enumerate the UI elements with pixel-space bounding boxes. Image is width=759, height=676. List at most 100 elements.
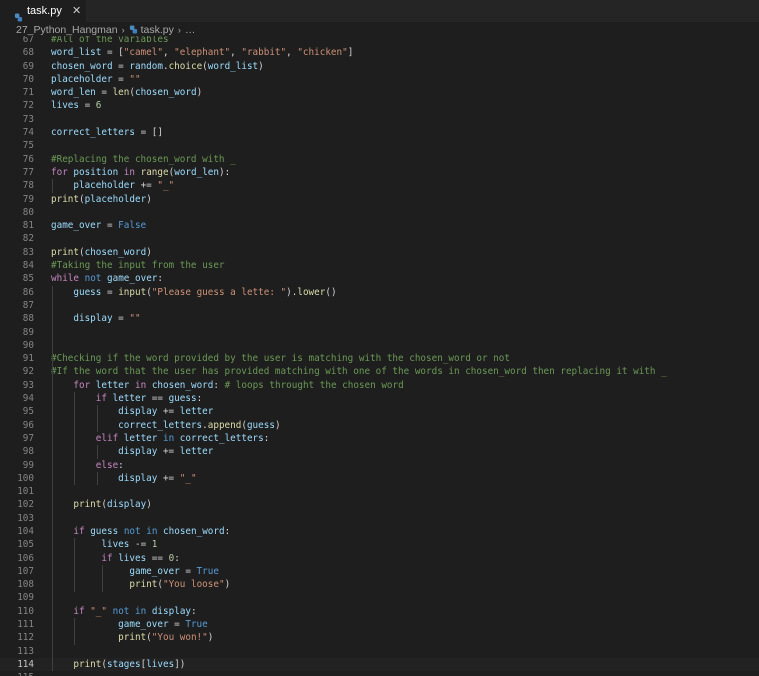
code-line[interactable]: 79 print(placeholder) (0, 193, 759, 206)
code-line[interactable]: 75 (0, 139, 759, 152)
code-line[interactable]: 100 display += "_" (0, 472, 759, 485)
line-number: 112 (17, 632, 34, 644)
code-line[interactable]: 94 if letter == guess: (0, 392, 759, 405)
line-number: 90 (22, 339, 34, 351)
code-line[interactable]: 69 chosen_word = random.choice(word_list) (0, 60, 759, 73)
line-number: 84 (22, 260, 34, 272)
code-line[interactable]: 114 print(stages[lives]) (0, 658, 759, 671)
code-token: letter (95, 379, 130, 391)
code-line[interactable]: 105 lives -= 1 (0, 538, 759, 551)
tab-bar: task.py ✕ (0, 0, 759, 22)
code-line[interactable]: 107 game_over = True (0, 565, 759, 578)
code-line[interactable]: 106 if lives == 0: (0, 552, 759, 565)
code-line[interactable]: 104 if guess not in chosen_word: (0, 525, 759, 538)
code-line[interactable]: 113 (0, 645, 759, 658)
code-line[interactable]: 80 (0, 206, 759, 219)
code-token: "_" (157, 180, 175, 192)
line-number: 75 (22, 140, 34, 152)
line-number: 86 (22, 286, 34, 298)
line-number: 105 (17, 539, 34, 551)
breadcrumb-folder[interactable]: 27_Python_Hangman (16, 24, 118, 36)
code-line[interactable]: 88 display = "" (0, 312, 759, 325)
code-line[interactable]: 97 elif letter in correct_letters: (0, 432, 759, 445)
code-token: 6 (95, 100, 102, 112)
code-editor[interactable]: 67 #All of the variables 68 word_list = ["c… (0, 36, 759, 676)
indent-guide (96, 405, 98, 432)
indent-guide (96, 445, 98, 459)
code-token: "You won!" (151, 632, 208, 644)
indent-guide (52, 285, 53, 672)
code-line[interactable]: 76 #Replacing the chosen_word with _ (0, 153, 759, 166)
code-line[interactable]: 95 display += letter (0, 405, 759, 418)
indent-guide (52, 179, 53, 193)
code-line[interactable]: 96 correct_letters.append(guess) (0, 419, 759, 432)
code-line[interactable]: 72 lives = 6 (0, 99, 759, 112)
code-line[interactable]: 85 while not game_over: (0, 272, 759, 285)
code-line[interactable]: 71 word_len = len(chosen_word) (0, 86, 759, 99)
code-token: for (73, 379, 91, 391)
code-line[interactable]: 73 (0, 113, 759, 126)
code-line[interactable]: 93 for letter in chosen_word: # loops th… (0, 379, 759, 392)
line-number: 71 (22, 87, 34, 99)
code-token: print (73, 499, 102, 511)
code-token: print (51, 193, 79, 205)
code-line[interactable]: 103 (0, 512, 759, 525)
code-line[interactable]: 112 print("You won!") (0, 631, 759, 644)
code-line[interactable]: 87 (0, 299, 759, 312)
code-token: , (230, 47, 242, 59)
code-token: "_" (90, 605, 107, 617)
code-line[interactable]: 115 (0, 671, 759, 676)
code-line[interactable]: 82 (0, 232, 759, 245)
line-number: 99 (22, 459, 34, 471)
code-line[interactable]: 109 (0, 591, 759, 604)
line-number: 101 (17, 486, 34, 498)
code-text: placeholder += "_" (51, 179, 174, 192)
code-line[interactable]: 98 display += letter (0, 445, 759, 458)
code-token: "" (129, 313, 141, 325)
code-line[interactable]: 67 #All of the variables (0, 36, 759, 46)
breadcrumb-file[interactable]: task.py (141, 24, 174, 36)
code-token: = (101, 286, 119, 298)
code-token: = (168, 619, 186, 631)
line-number: 107 (17, 565, 34, 577)
code-token: letter (179, 406, 214, 418)
code-line[interactable]: 78 placeholder += "_" (0, 179, 759, 192)
code-line[interactable]: 86 guess = input("Please guess a lette: … (0, 286, 759, 299)
code-line[interactable]: 74 correct_letters = [] (0, 126, 759, 139)
code-line[interactable]: 83 print(chosen_word) (0, 246, 759, 259)
code-token: 1 (151, 539, 158, 551)
breadcrumb-symbol[interactable]: … (185, 24, 196, 36)
code-token: "rabbit" (241, 47, 287, 59)
line-number: 103 (17, 512, 34, 524)
code-token: ) (146, 246, 152, 258)
close-icon[interactable]: ✕ (72, 4, 81, 18)
code-line[interactable]: 89 (0, 326, 759, 339)
code-token: += (157, 406, 180, 418)
code-line[interactable]: 81 game_over = False (0, 219, 759, 232)
code-line[interactable]: 111 game_over = True (0, 618, 759, 631)
code-token: "elephant" (174, 47, 231, 59)
code-line[interactable]: 77 for position in range(word_len): (0, 166, 759, 179)
code-line[interactable]: 92 #If the word that the user has provide… (0, 365, 759, 378)
code-line[interactable]: 110 if "_" not in display: (0, 605, 759, 618)
code-token: = (112, 73, 130, 85)
code-line[interactable]: 99 else: (0, 459, 759, 472)
code-line[interactable]: 68 word_list = ["camel", "elephant", "rab… (0, 46, 759, 59)
tab-task-py[interactable]: task.py ✕ (0, 0, 86, 22)
code-line[interactable]: 90 (0, 339, 759, 352)
line-number: 114 (17, 658, 34, 670)
code-token: "Please guess a lette: " (151, 286, 287, 298)
code-line[interactable]: 84 #Taking the input from the user (0, 259, 759, 272)
code-line[interactable]: 108 print("You loose") (0, 578, 759, 591)
code-line[interactable]: 70 placeholder = "" (0, 73, 759, 86)
code-token: append (207, 419, 242, 431)
code-token: len (112, 87, 130, 99)
code-line[interactable]: 102 print(display) (0, 498, 759, 511)
code-line[interactable]: 91 #Checking if the word provided by the … (0, 352, 759, 365)
chevron-right-icon: › (121, 24, 125, 35)
code-line[interactable]: 101 (0, 485, 759, 498)
